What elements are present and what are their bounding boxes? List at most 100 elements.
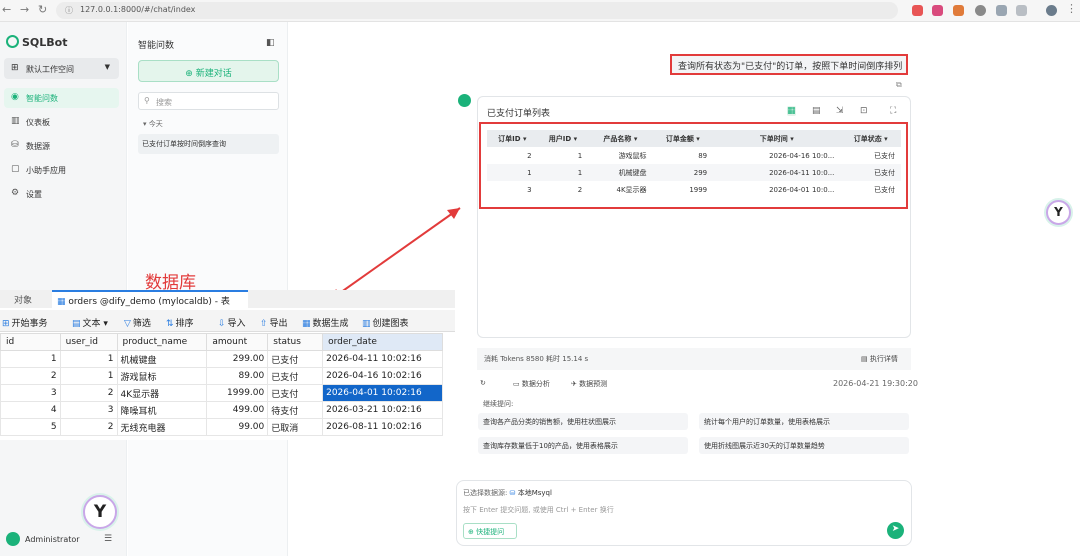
search-input[interactable]: ⚲ 搜索 xyxy=(138,92,279,110)
create-chart-button[interactable]: ▥ 创建图表 xyxy=(362,316,409,329)
table-cell[interactable]: 3 xyxy=(0,384,61,402)
suggestion-item[interactable]: 统计每个用户的订单数量，使用表格展示 xyxy=(699,413,909,430)
history-group-today[interactable]: ▾ 今天 xyxy=(143,119,163,129)
forward-icon[interactable]: → xyxy=(20,3,29,16)
table-header[interactable]: 产品名称 ▾ xyxy=(588,130,653,147)
add-to-dashboard-icon[interactable]: ⊡ xyxy=(860,106,868,116)
data-forecast-button[interactable]: ✈ 数据预测 xyxy=(571,379,607,389)
collapse-menu-icon[interactable]: ☰ xyxy=(104,534,112,544)
table-cell[interactable]: 2026-04-16 10:02:16 xyxy=(322,367,443,385)
table-cell[interactable]: 299.00 xyxy=(206,350,269,368)
table-cell[interactable]: 1 xyxy=(59,350,118,368)
table-header[interactable]: 订单状态 ▾ xyxy=(840,130,901,147)
table-header[interactable]: 订单金额 ▾ xyxy=(652,130,714,147)
table-cell[interactable]: 无线充电器 xyxy=(116,418,208,436)
datasource-selector[interactable]: 已选择数据源: ⛁ 本地Msyql xyxy=(463,488,552,498)
table-cell[interactable]: 2026-03-21 10:02:16 xyxy=(322,401,443,419)
table-cell[interactable]: 1 xyxy=(59,367,118,385)
quick-question-button[interactable]: ⊕ 快捷提问 xyxy=(463,523,517,539)
suggestion-item[interactable]: 查询库存数量低于10的产品，使用表格展示 xyxy=(478,437,688,454)
extension-icon[interactable] xyxy=(996,5,1007,16)
site-info-icon[interactable]: ⓘ xyxy=(65,5,73,16)
column-header[interactable]: product_name xyxy=(116,333,208,351)
export-icon[interactable]: ⇲ xyxy=(836,106,844,116)
extension-icon[interactable] xyxy=(953,5,964,16)
table-cell[interactable]: 499.00 xyxy=(206,401,269,419)
copy-icon[interactable]: ⧉ xyxy=(896,80,902,90)
text-view-button[interactable]: ▤ 文本 ▾ xyxy=(72,316,108,329)
execution-details-button[interactable]: ▤ 执行详情 xyxy=(861,354,898,364)
regenerate-icon[interactable]: ↻ xyxy=(480,379,486,387)
back-icon[interactable]: ← xyxy=(2,3,11,16)
export-button[interactable]: ⇧ 导出 xyxy=(260,316,288,329)
assistant-float-button[interactable]: Y xyxy=(83,495,117,529)
collapse-panel-icon[interactable]: ◧ xyxy=(266,38,275,48)
table-cell[interactable]: 4 xyxy=(0,401,61,419)
table-cell[interactable]: 已取消 xyxy=(267,418,324,436)
sort-button[interactable]: ⇅ 排序 xyxy=(166,316,194,329)
assistant-float-button[interactable]: Y xyxy=(1046,200,1071,225)
table-row[interactable]: 1 1 机械键盘 299.00 已支付 2026-04-11 10:02:16 xyxy=(0,350,443,368)
table-cell[interactable]: 99.00 xyxy=(206,418,269,436)
workspace-selector[interactable]: ⊞ 默认工作空间 ▼ xyxy=(4,58,119,79)
table-cell-selected[interactable]: 2026-04-01 10:02:16 xyxy=(322,384,443,402)
table-cell[interactable]: 已支付 xyxy=(267,367,324,385)
column-header[interactable]: id xyxy=(0,333,61,351)
extension-icon[interactable] xyxy=(975,5,986,16)
table-cell[interactable]: 5 xyxy=(0,418,61,436)
table-cell[interactable]: 已支付 xyxy=(267,384,324,402)
new-chat-button[interactable]: ⊕ 新建对话 xyxy=(138,60,279,82)
table-header[interactable]: 下单时间 ▾ xyxy=(713,130,841,147)
table-row[interactable]: 5 2 无线充电器 99.00 已取消 2026-08-11 10:02:16 xyxy=(0,418,443,436)
table-cell[interactable]: 已支付 xyxy=(267,350,324,368)
begin-transaction-button[interactable]: ⊞ 开始事务 xyxy=(2,316,48,329)
sidebar-item-assistant[interactable]: ▢ 小助手应用 xyxy=(4,160,119,180)
sidebar-item-smart-query[interactable]: ◉ 智能问数 xyxy=(4,88,119,108)
table-header[interactable]: 用户ID ▾ xyxy=(537,130,589,147)
table-cell[interactable]: 2 xyxy=(0,367,61,385)
column-header[interactable]: amount xyxy=(206,333,269,351)
fullscreen-icon[interactable]: ⛶ xyxy=(890,106,896,116)
table-cell[interactable]: 待支付 xyxy=(267,401,324,419)
import-button[interactable]: ⇩ 导入 xyxy=(218,316,246,329)
sidebar-item-settings[interactable]: ⚙ 设置 xyxy=(4,184,119,204)
table-cell[interactable]: 4K显示器 xyxy=(116,384,208,402)
extension-icon[interactable] xyxy=(932,5,943,16)
filter-button[interactable]: ▽ 筛选 xyxy=(124,316,151,329)
suggestion-item[interactable]: 使用折线图展示近30天的订单数量趋势 xyxy=(699,437,909,454)
column-header[interactable]: status xyxy=(267,333,324,351)
profile-avatar[interactable] xyxy=(1046,5,1057,16)
table-cell[interactable]: 机械键盘 xyxy=(116,350,208,368)
column-header[interactable]: order_date xyxy=(322,333,443,351)
table-cell[interactable]: 2026-08-11 10:02:16 xyxy=(322,418,443,436)
tab-objects[interactable]: 对象 xyxy=(14,293,32,306)
table-cell[interactable]: 降噪耳机 xyxy=(116,401,208,419)
table-header[interactable]: 订单ID ▾ xyxy=(487,130,538,147)
table-row[interactable]: 2 1 游戏鼠标 89.00 已支付 2026-04-16 10:02:16 xyxy=(0,367,443,385)
table-view-icon[interactable]: ▦ xyxy=(787,106,796,116)
sidebar-item-dashboard[interactable]: ▥ 仪表板 xyxy=(4,112,119,132)
table-row[interactable]: 4 3 降噪耳机 499.00 待支付 2026-03-21 10:02:16 xyxy=(0,401,443,419)
suggestion-item[interactable]: 查询各产品分类的销售额，使用柱状图展示 xyxy=(478,413,688,430)
table-cell[interactable]: 1 xyxy=(0,350,61,368)
address-bar[interactable]: ⓘ 127.0.0.1:8000/#/chat/index xyxy=(56,2,898,19)
data-analysis-button[interactable]: ▭ 数据分析 xyxy=(513,379,550,389)
reload-icon[interactable]: ↻ xyxy=(38,3,47,16)
sidebar-item-datasource[interactable]: ⛁ 数据源 xyxy=(4,136,119,156)
chart-view-icon[interactable]: ▤ xyxy=(812,106,821,116)
history-item[interactable]: 已支付订单按时间倒序查询 xyxy=(138,134,279,154)
send-button[interactable]: ➤ xyxy=(887,522,904,539)
data-generation-button[interactable]: ▦ 数据生成 xyxy=(302,316,349,329)
column-header[interactable]: user_id xyxy=(59,333,118,351)
more-menu-icon[interactable]: ⋮ xyxy=(1066,2,1077,15)
table-cell[interactable]: 89.00 xyxy=(206,367,269,385)
table-cell[interactable]: 1999.00 xyxy=(206,384,269,402)
extensions-puzzle-icon[interactable] xyxy=(1016,5,1027,16)
table-cell[interactable]: 3 xyxy=(59,401,118,419)
user-profile[interactable]: Administrator xyxy=(6,532,80,546)
table-cell[interactable]: 游戏鼠标 xyxy=(116,367,208,385)
extension-icon[interactable] xyxy=(912,5,923,16)
table-cell[interactable]: 2 xyxy=(59,384,118,402)
table-cell[interactable]: 2026-04-11 10:02:16 xyxy=(322,350,443,368)
table-row[interactable]: 3 2 4K显示器 1999.00 已支付 2026-04-01 10:02:1… xyxy=(0,384,443,402)
